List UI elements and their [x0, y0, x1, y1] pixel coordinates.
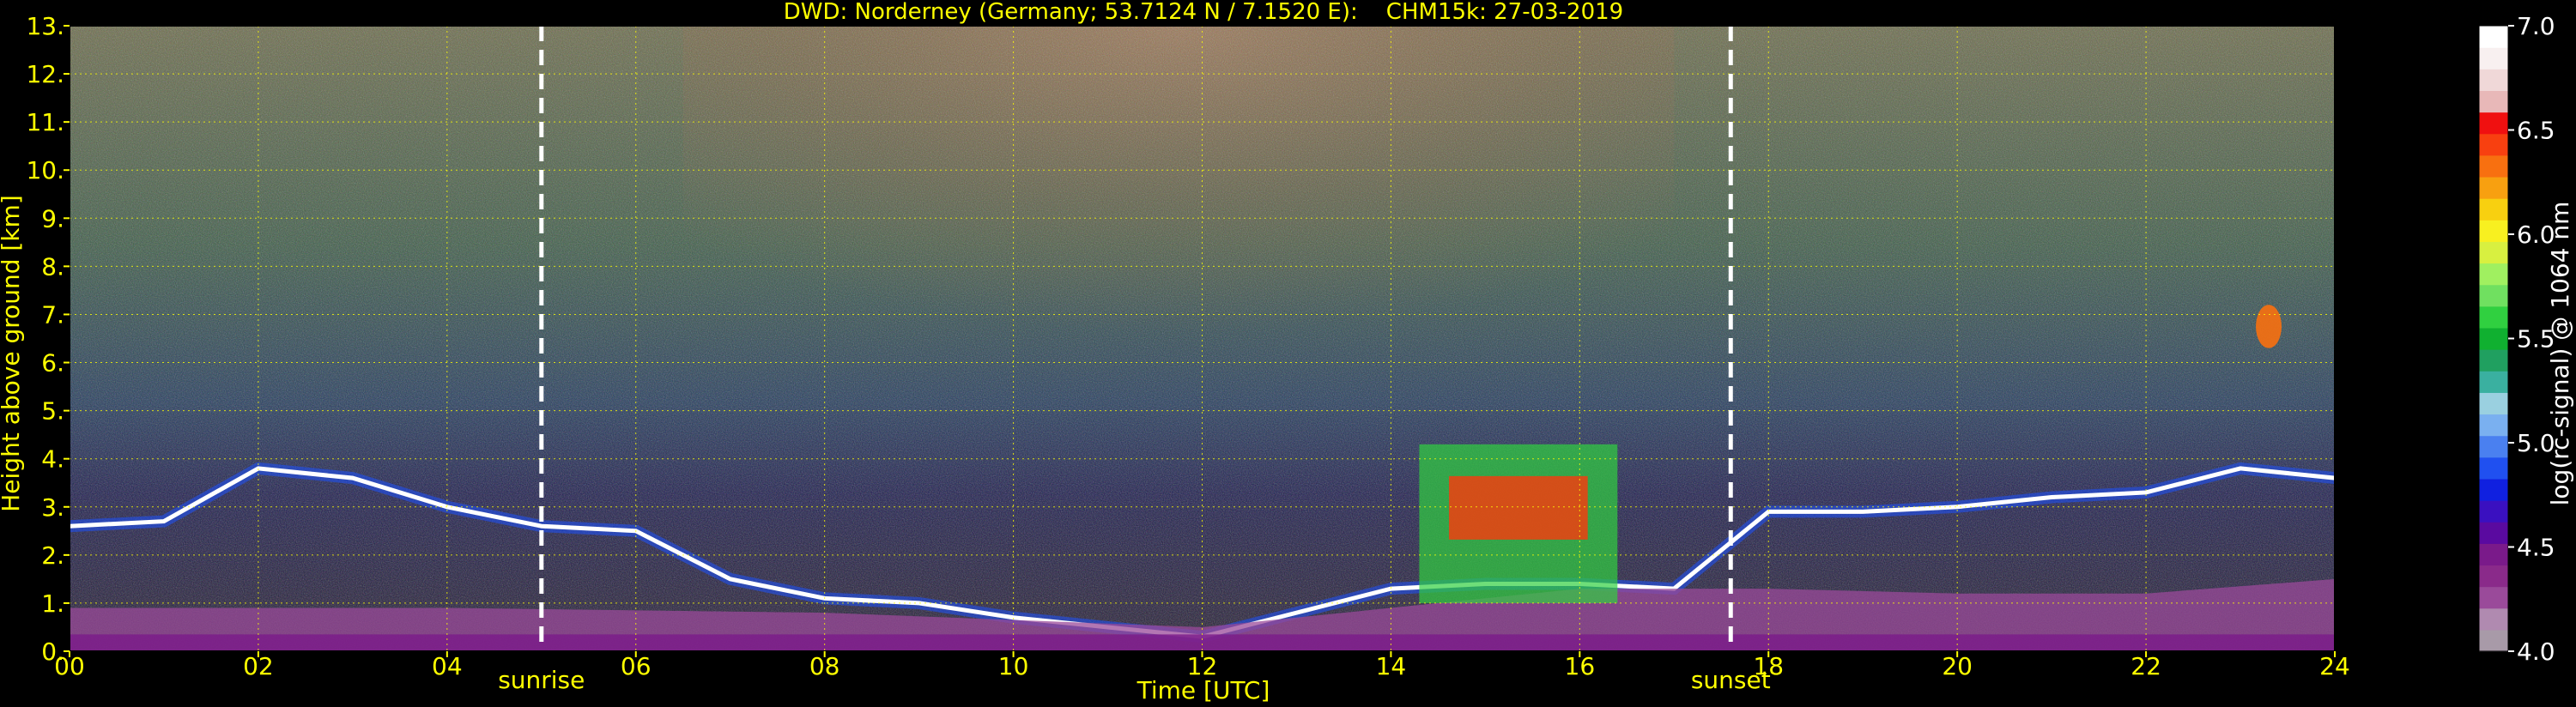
y-tick-label: 0.	[41, 638, 64, 666]
colorbar-segment	[2479, 90, 2508, 113]
colorbar-tick-label: 6.5	[2517, 117, 2555, 145]
x-tick-label: 04	[432, 652, 463, 680]
colorbar-segment	[2479, 435, 2508, 458]
y-tick-label: 12.	[26, 60, 64, 88]
x-tick-label: 16	[1565, 652, 1596, 680]
colorbar-tick-label: 4.5	[2517, 534, 2555, 562]
ceilometer-chart: sunrise sunset 00 02 04 06 08 10 12 14 16 18 20 22 24…	[0, 0, 2574, 704]
colorbar-segment	[2479, 176, 2508, 199]
x-tick-label: 02	[243, 652, 274, 680]
x-axis-label: Time [UTC]	[1136, 676, 1270, 704]
y-tick-label: 4.	[41, 445, 64, 474]
colorbar-tick-label: 7.0	[2517, 12, 2555, 40]
elevated-aerosol-layer	[2256, 305, 2282, 348]
colorbar-segment	[2479, 543, 2508, 566]
colorbar-segment	[2479, 241, 2508, 264]
colorbar-segment	[2479, 392, 2508, 415]
x-tick-label: 08	[809, 652, 840, 680]
y-tick-label: 2.	[41, 541, 64, 570]
y-tick-label: 9.	[41, 204, 64, 233]
colorbar-label: log(rc-signal) @ 1064 nm	[2546, 202, 2574, 506]
sunrise-label: sunrise	[498, 666, 585, 694]
chart-title: DWD: Norderney (Germany; 53.7124 N / 7.1…	[784, 0, 1623, 25]
y-tick-label: 8.	[41, 252, 64, 281]
colorbar-segment	[2479, 154, 2508, 178]
y-tick-label: 7.	[41, 300, 64, 329]
y-axis-label: Height above ground [km]	[0, 195, 25, 512]
colorbar-segment	[2479, 586, 2508, 609]
colorbar-segment	[2479, 629, 2508, 652]
x-tick-label: 10	[998, 652, 1029, 680]
colorbar-segment	[2479, 414, 2508, 437]
colorbar-segment	[2479, 349, 2508, 372]
x-tick-label: 14	[1376, 652, 1407, 680]
colorbar-segment	[2479, 263, 2508, 286]
y-axis-ticks: 0. 1. 2. 3. 4. 5. 6. 7. 8. 9. 10. 11. 12. 13.	[26, 12, 70, 666]
convective-cloud-core	[1449, 475, 1588, 540]
colorbar-segment	[2479, 305, 2508, 329]
y-tick-label: 5.	[41, 397, 64, 426]
y-tick-label: 11.	[26, 108, 64, 136]
y-tick-label: 13.	[26, 12, 64, 40]
y-tick-label: 3.	[41, 493, 64, 522]
colorbar-segment	[2479, 133, 2508, 156]
x-tick-label: 22	[2131, 652, 2161, 680]
x-tick-label: 20	[1942, 652, 1973, 680]
colorbar-segment	[2479, 327, 2508, 350]
colorbar-segment	[2479, 607, 2508, 631]
colorbar-segment	[2479, 220, 2508, 242]
colorbar-segment	[2479, 198, 2508, 221]
y-tick-label: 10.	[26, 156, 64, 184]
y-tick-label: 6.	[41, 349, 64, 378]
x-tick-label: 24	[2319, 652, 2350, 680]
colorbar-segment	[2479, 26, 2508, 48]
colorbar-segment	[2479, 112, 2508, 135]
colorbar	[2478, 25, 2509, 652]
colorbar-segment	[2479, 456, 2508, 480]
x-tick-label: 06	[621, 652, 652, 680]
colorbar-segment	[2479, 47, 2508, 69]
x-tick-label: 18	[1753, 652, 1784, 680]
colorbar-segment	[2479, 69, 2508, 92]
colorbar-tick-label: 4.0	[2517, 638, 2555, 666]
colorbar-segment	[2479, 371, 2508, 393]
y-tick-label: 1.	[41, 589, 64, 618]
colorbar-segment	[2479, 284, 2508, 307]
colorbar-segment	[2479, 500, 2508, 523]
colorbar-segment	[2479, 565, 2508, 588]
colorbar-segment	[2479, 522, 2508, 544]
colorbar-segment	[2479, 478, 2508, 501]
